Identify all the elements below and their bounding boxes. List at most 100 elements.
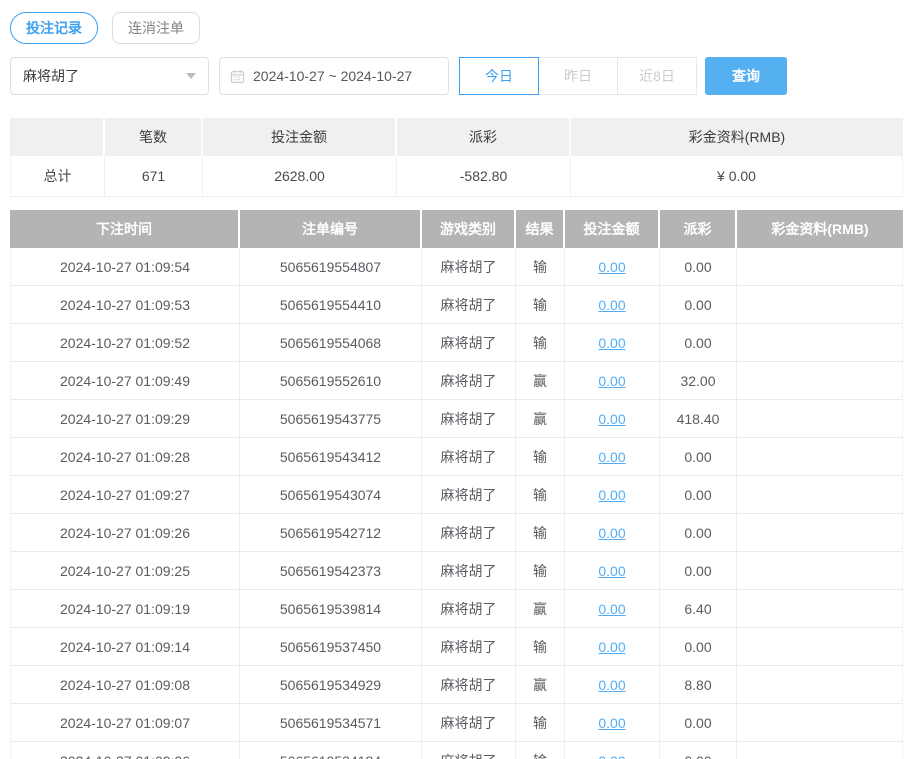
bet-amount-link[interactable]: 0.00: [598, 373, 625, 389]
cell-payout: 418.40: [660, 400, 737, 437]
date-range-value: 2024-10-27 ~ 2024-10-27: [253, 68, 412, 84]
cell-game-type: 麻将胡了: [422, 438, 516, 475]
cell-jackpot: [737, 628, 903, 665]
cell-jackpot: [737, 704, 903, 741]
bet-amount-link[interactable]: 0.00: [598, 335, 625, 351]
cell-game-type: 麻将胡了: [422, 286, 516, 323]
summary-total-jackpot: ¥ 0.00: [571, 156, 903, 196]
cell-game-type: 麻将胡了: [422, 514, 516, 551]
table-row: 2024-10-27 01:09:52 5065619554068 麻将胡了 输…: [10, 324, 903, 362]
bet-amount-link[interactable]: 0.00: [598, 449, 625, 465]
bet-amount-link[interactable]: 0.00: [598, 715, 625, 731]
query-button[interactable]: 查询: [705, 57, 787, 95]
cell-result: 赢: [516, 590, 565, 627]
cell-game-type: 麻将胡了: [422, 324, 516, 361]
tab-bar: 投注记录 连消注单: [10, 12, 903, 44]
summary-total-count: 671: [105, 156, 203, 196]
date-range-input[interactable]: 2024-10-27 ~ 2024-10-27: [219, 57, 449, 95]
bet-table: 下注时间 注单编号 游戏类别 结果 投注金额 派彩 彩金资料(RMB) 2024…: [10, 210, 903, 759]
cell-game-type: 麻将胡了: [422, 362, 516, 399]
cell-order-id: 5065619552610: [240, 362, 422, 399]
table-row: 2024-10-27 01:09:14 5065619537450 麻将胡了 输…: [10, 628, 903, 666]
game-select-value: 麻将胡了: [23, 66, 79, 86]
cell-order-id: 5065619534184: [240, 742, 422, 759]
summary-header-row: 笔数 投注金额 派彩 彩金资料(RMB): [10, 118, 903, 156]
cell-payout: 0.00: [660, 286, 737, 323]
game-select[interactable]: 麻将胡了: [10, 57, 209, 95]
cell-result: 输: [516, 704, 565, 741]
filter-bar: 麻将胡了 2024-10-27 ~ 2024-10-27 今日 昨日 近8日 查…: [10, 57, 903, 95]
bet-amount-link[interactable]: 0.00: [598, 601, 625, 617]
cell-game-type: 麻将胡了: [422, 590, 516, 627]
cell-game-type: 麻将胡了: [422, 628, 516, 665]
chevron-down-icon: [186, 73, 196, 79]
cell-game-type: 麻将胡了: [422, 400, 516, 437]
bet-amount-link[interactable]: 0.00: [598, 297, 625, 313]
tab-bet-records[interactable]: 投注记录: [10, 12, 98, 44]
cell-bet-time: 2024-10-27 01:09:28: [10, 438, 240, 475]
cell-jackpot: [737, 362, 903, 399]
cell-jackpot: [737, 286, 903, 323]
cell-order-id: 5065619534929: [240, 666, 422, 703]
quick-last8days-button[interactable]: 近8日: [617, 57, 697, 95]
quick-today-button[interactable]: 今日: [459, 57, 539, 95]
cell-jackpot: [737, 324, 903, 361]
cell-order-id: 5065619543775: [240, 400, 422, 437]
col-header-result: 结果: [516, 210, 565, 248]
cell-bet-time: 2024-10-27 01:09:52: [10, 324, 240, 361]
col-header-game-type: 游戏类别: [422, 210, 516, 248]
cell-result: 输: [516, 628, 565, 665]
cell-result: 赢: [516, 666, 565, 703]
col-header-jackpot: 彩金资料(RMB): [737, 210, 903, 248]
calendar-icon: [230, 69, 245, 84]
bet-amount-link[interactable]: 0.00: [598, 677, 625, 693]
cell-bet-time: 2024-10-27 01:09:08: [10, 666, 240, 703]
cell-game-type: 麻将胡了: [422, 248, 516, 285]
cell-order-id: 5065619534571: [240, 704, 422, 741]
cell-result: 输: [516, 286, 565, 323]
col-header-bet-amount: 投注金额: [565, 210, 660, 248]
bet-table-header-row: 下注时间 注单编号 游戏类别 结果 投注金额 派彩 彩金资料(RMB): [10, 210, 903, 248]
summary-total-payout: -582.80: [397, 156, 571, 196]
cell-game-type: 麻将胡了: [422, 476, 516, 513]
cell-order-id: 5065619542712: [240, 514, 422, 551]
betting-records-page: 投注记录 连消注单 麻将胡了 2024-10-27 ~ 2024-10-27 今…: [0, 0, 910, 759]
summary-total-bet-amount: 2628.00: [203, 156, 397, 196]
table-row: 2024-10-27 01:09:08 5065619534929 麻将胡了 赢…: [10, 666, 903, 704]
cell-payout: 0.00: [660, 324, 737, 361]
bet-amount-link[interactable]: 0.00: [598, 563, 625, 579]
quick-yesterday-button[interactable]: 昨日: [538, 57, 618, 95]
cell-bet-time: 2024-10-27 01:09:49: [10, 362, 240, 399]
cell-result: 输: [516, 514, 565, 551]
cell-payout: 32.00: [660, 362, 737, 399]
cell-order-id: 5065619539814: [240, 590, 422, 627]
table-row: 2024-10-27 01:09:53 5065619554410 麻将胡了 输…: [10, 286, 903, 324]
cell-payout: 0.00: [660, 248, 737, 285]
cell-payout: 0.00: [660, 514, 737, 551]
cell-jackpot: [737, 248, 903, 285]
cell-jackpot: [737, 666, 903, 703]
cell-result: 输: [516, 324, 565, 361]
table-row: 2024-10-27 01:09:49 5065619552610 麻将胡了 赢…: [10, 362, 903, 400]
cell-payout: 0.00: [660, 552, 737, 589]
cell-bet-time: 2024-10-27 01:09:27: [10, 476, 240, 513]
bet-amount-link[interactable]: 0.00: [598, 259, 625, 275]
cell-jackpot: [737, 476, 903, 513]
summary-header-jackpot: 彩金资料(RMB): [571, 118, 903, 156]
cell-order-id: 5065619542373: [240, 552, 422, 589]
cell-result: 输: [516, 476, 565, 513]
cell-payout: 6.40: [660, 590, 737, 627]
tab-cancelled-orders[interactable]: 连消注单: [112, 12, 200, 44]
bet-amount-link[interactable]: 0.00: [598, 639, 625, 655]
bet-amount-link[interactable]: 0.00: [598, 411, 625, 427]
table-row: 2024-10-27 01:09:28 5065619543412 麻将胡了 输…: [10, 438, 903, 476]
cell-order-id: 5065619554068: [240, 324, 422, 361]
summary-header-blank: [10, 118, 105, 156]
bet-amount-link[interactable]: 0.00: [598, 753, 625, 759]
cell-payout: 0.00: [660, 628, 737, 665]
bet-amount-link[interactable]: 0.00: [598, 487, 625, 503]
summary-total-row: 总计 671 2628.00 -582.80 ¥ 0.00: [10, 156, 903, 197]
bet-amount-link[interactable]: 0.00: [598, 525, 625, 541]
cell-payout: 0.00: [660, 438, 737, 475]
cell-game-type: 麻将胡了: [422, 742, 516, 759]
